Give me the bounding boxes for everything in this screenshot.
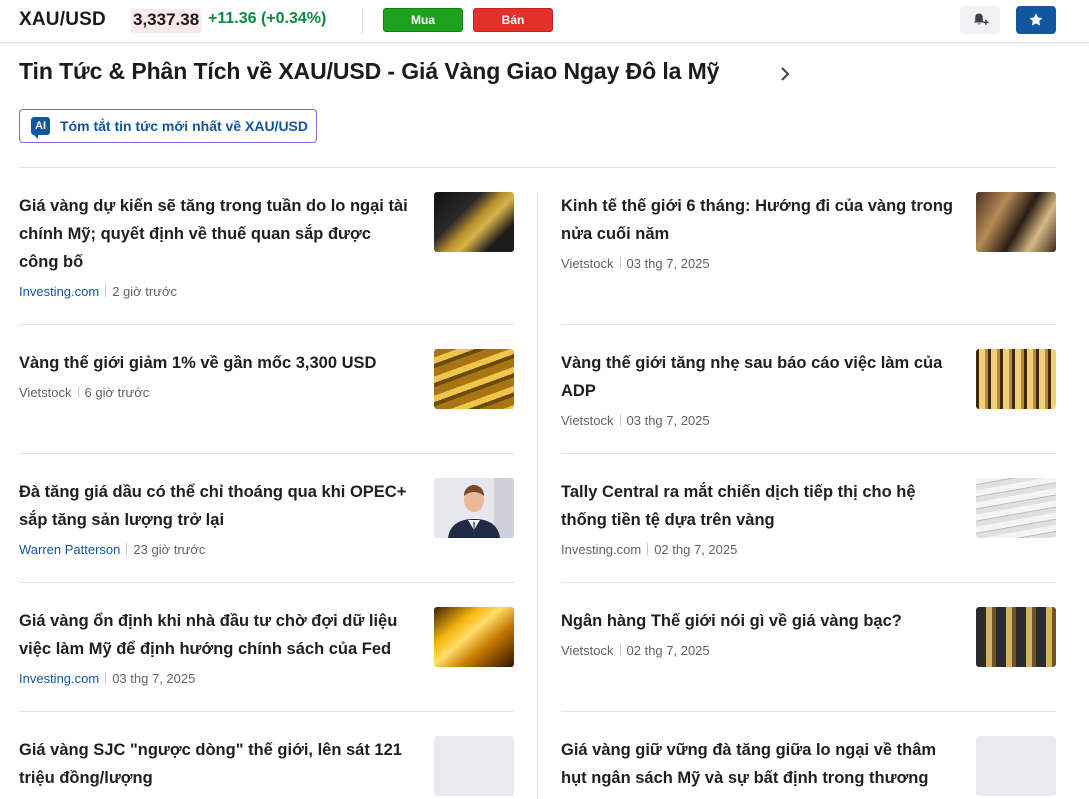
article-title[interactable]: Giá vàng giữ vững đà tăng giữa lo ngại v…: [561, 736, 956, 799]
article-author[interactable]: Warren Patterson: [19, 542, 120, 557]
buy-button[interactable]: Mua: [383, 8, 463, 32]
author-photo-thumbnail[interactable]: [434, 478, 514, 538]
row-divider: [561, 453, 1056, 454]
article-meta: Vietstock 02 thg 7, 2025: [561, 643, 710, 659]
chevron-right-icon[interactable]: [775, 64, 795, 84]
row-divider: [561, 711, 1056, 712]
article-source[interactable]: Vietstock: [561, 256, 614, 271]
article-time: 23 giờ trước: [133, 542, 206, 557]
article-title[interactable]: Vàng thế giới tăng nhẹ sau báo cáo việc …: [561, 349, 956, 405]
person-avatar-icon: [434, 478, 514, 538]
article-time: 02 thg 7, 2025: [654, 542, 738, 557]
price-change-value: +11.36: [208, 10, 257, 27]
article-source[interactable]: Vietstock: [19, 385, 72, 400]
article-time: 03 thg 7, 2025: [626, 413, 710, 428]
instrument-header-bar: XAU/USD 3,337.38 +11.36 (+0.34%) Mua Bán: [0, 0, 1089, 43]
section-divider: [19, 167, 1056, 168]
article-thumbnail[interactable]: [434, 349, 514, 409]
article-time: 2 giờ trước: [112, 284, 177, 299]
row-divider: [19, 582, 514, 583]
article-meta: Investing.com 03 thg 7, 2025: [19, 671, 195, 687]
article-source[interactable]: Investing.com: [19, 671, 99, 686]
article-thumbnail[interactable]: [976, 478, 1056, 538]
article-time: 03 thg 7, 2025: [626, 256, 710, 271]
article-thumbnail[interactable]: [434, 192, 514, 252]
article-source[interactable]: Investing.com: [19, 284, 99, 299]
article-title[interactable]: Vàng thế giới giảm 1% về gần mốc 3,300 U…: [19, 349, 414, 377]
article-time: 03 thg 7, 2025: [112, 671, 196, 686]
article-thumbnail-placeholder[interactable]: [434, 736, 514, 796]
article-source[interactable]: Vietstock: [561, 413, 614, 428]
price-change: +11.36 (+0.34%): [208, 10, 326, 28]
instrument-symbol: XAU/USD: [19, 9, 106, 30]
row-divider: [19, 711, 514, 712]
article-thumbnail[interactable]: [976, 192, 1056, 252]
article-meta: Vietstock 03 thg 7, 2025: [561, 413, 710, 429]
article-thumbnail[interactable]: [976, 607, 1056, 667]
row-divider: [561, 582, 1056, 583]
column-divider: [537, 192, 538, 799]
article-title[interactable]: Ngân hàng Thế giới nói gì về giá vàng bạ…: [561, 607, 956, 635]
row-divider: [19, 453, 514, 454]
ai-icon: AI: [31, 117, 50, 139]
article-thumbnail[interactable]: [434, 607, 514, 667]
article-title[interactable]: Giá vàng SJC "ngược dòng" thế giới, lên …: [19, 736, 414, 792]
article-meta: Warren Patterson 23 giờ trước: [19, 542, 205, 558]
last-price: 3,337.38: [131, 9, 202, 33]
add-to-watchlist-button[interactable]: [1016, 6, 1056, 34]
star-icon: [1029, 13, 1043, 26]
article-title[interactable]: Tally Central ra mắt chiến dịch tiếp thị…: [561, 478, 956, 534]
bell-plus-icon: [974, 13, 989, 25]
article-title[interactable]: Kinh tế thế giới 6 tháng: Hướng đi của v…: [561, 192, 956, 248]
article-meta: Investing.com 2 giờ trước: [19, 284, 177, 300]
article-thumbnail[interactable]: [976, 349, 1056, 409]
price-change-percent: (+0.34%): [260, 10, 327, 27]
ai-news-summary-button[interactable]: AI Tóm tắt tin tức mới nhất về XAU/USD: [19, 109, 317, 143]
article-time: 6 giờ trước: [84, 385, 150, 400]
page-title[interactable]: Tin Tức & Phân Tích về XAU/USD - Giá Vàn…: [19, 58, 719, 85]
article-meta: Vietstock 6 giờ trước: [19, 385, 149, 401]
row-divider: [561, 324, 1056, 325]
article-thumbnail-placeholder[interactable]: [976, 736, 1056, 796]
article-source[interactable]: Vietstock: [561, 643, 614, 658]
sell-button[interactable]: Bán: [473, 8, 553, 32]
article-meta: Vietstock 03 thg 7, 2025: [561, 256, 710, 272]
article-title[interactable]: Đà tăng giá dầu có thể chỉ thoáng qua kh…: [19, 478, 414, 534]
header-divider: [362, 8, 363, 34]
article-time: 02 thg 7, 2025: [626, 643, 710, 658]
article-title[interactable]: Giá vàng ổn định khi nhà đầu tư chờ đợi …: [19, 607, 414, 663]
ai-summary-label: Tóm tắt tin tức mới nhất về XAU/USD: [60, 118, 309, 134]
article-meta: Investing.com 02 thg 7, 2025: [561, 542, 737, 558]
row-divider: [19, 324, 514, 325]
article-source[interactable]: Investing.com: [561, 542, 641, 557]
create-alert-button[interactable]: [960, 6, 1000, 34]
article-title[interactable]: Giá vàng dự kiến sẽ tăng trong tuần do l…: [19, 192, 414, 276]
